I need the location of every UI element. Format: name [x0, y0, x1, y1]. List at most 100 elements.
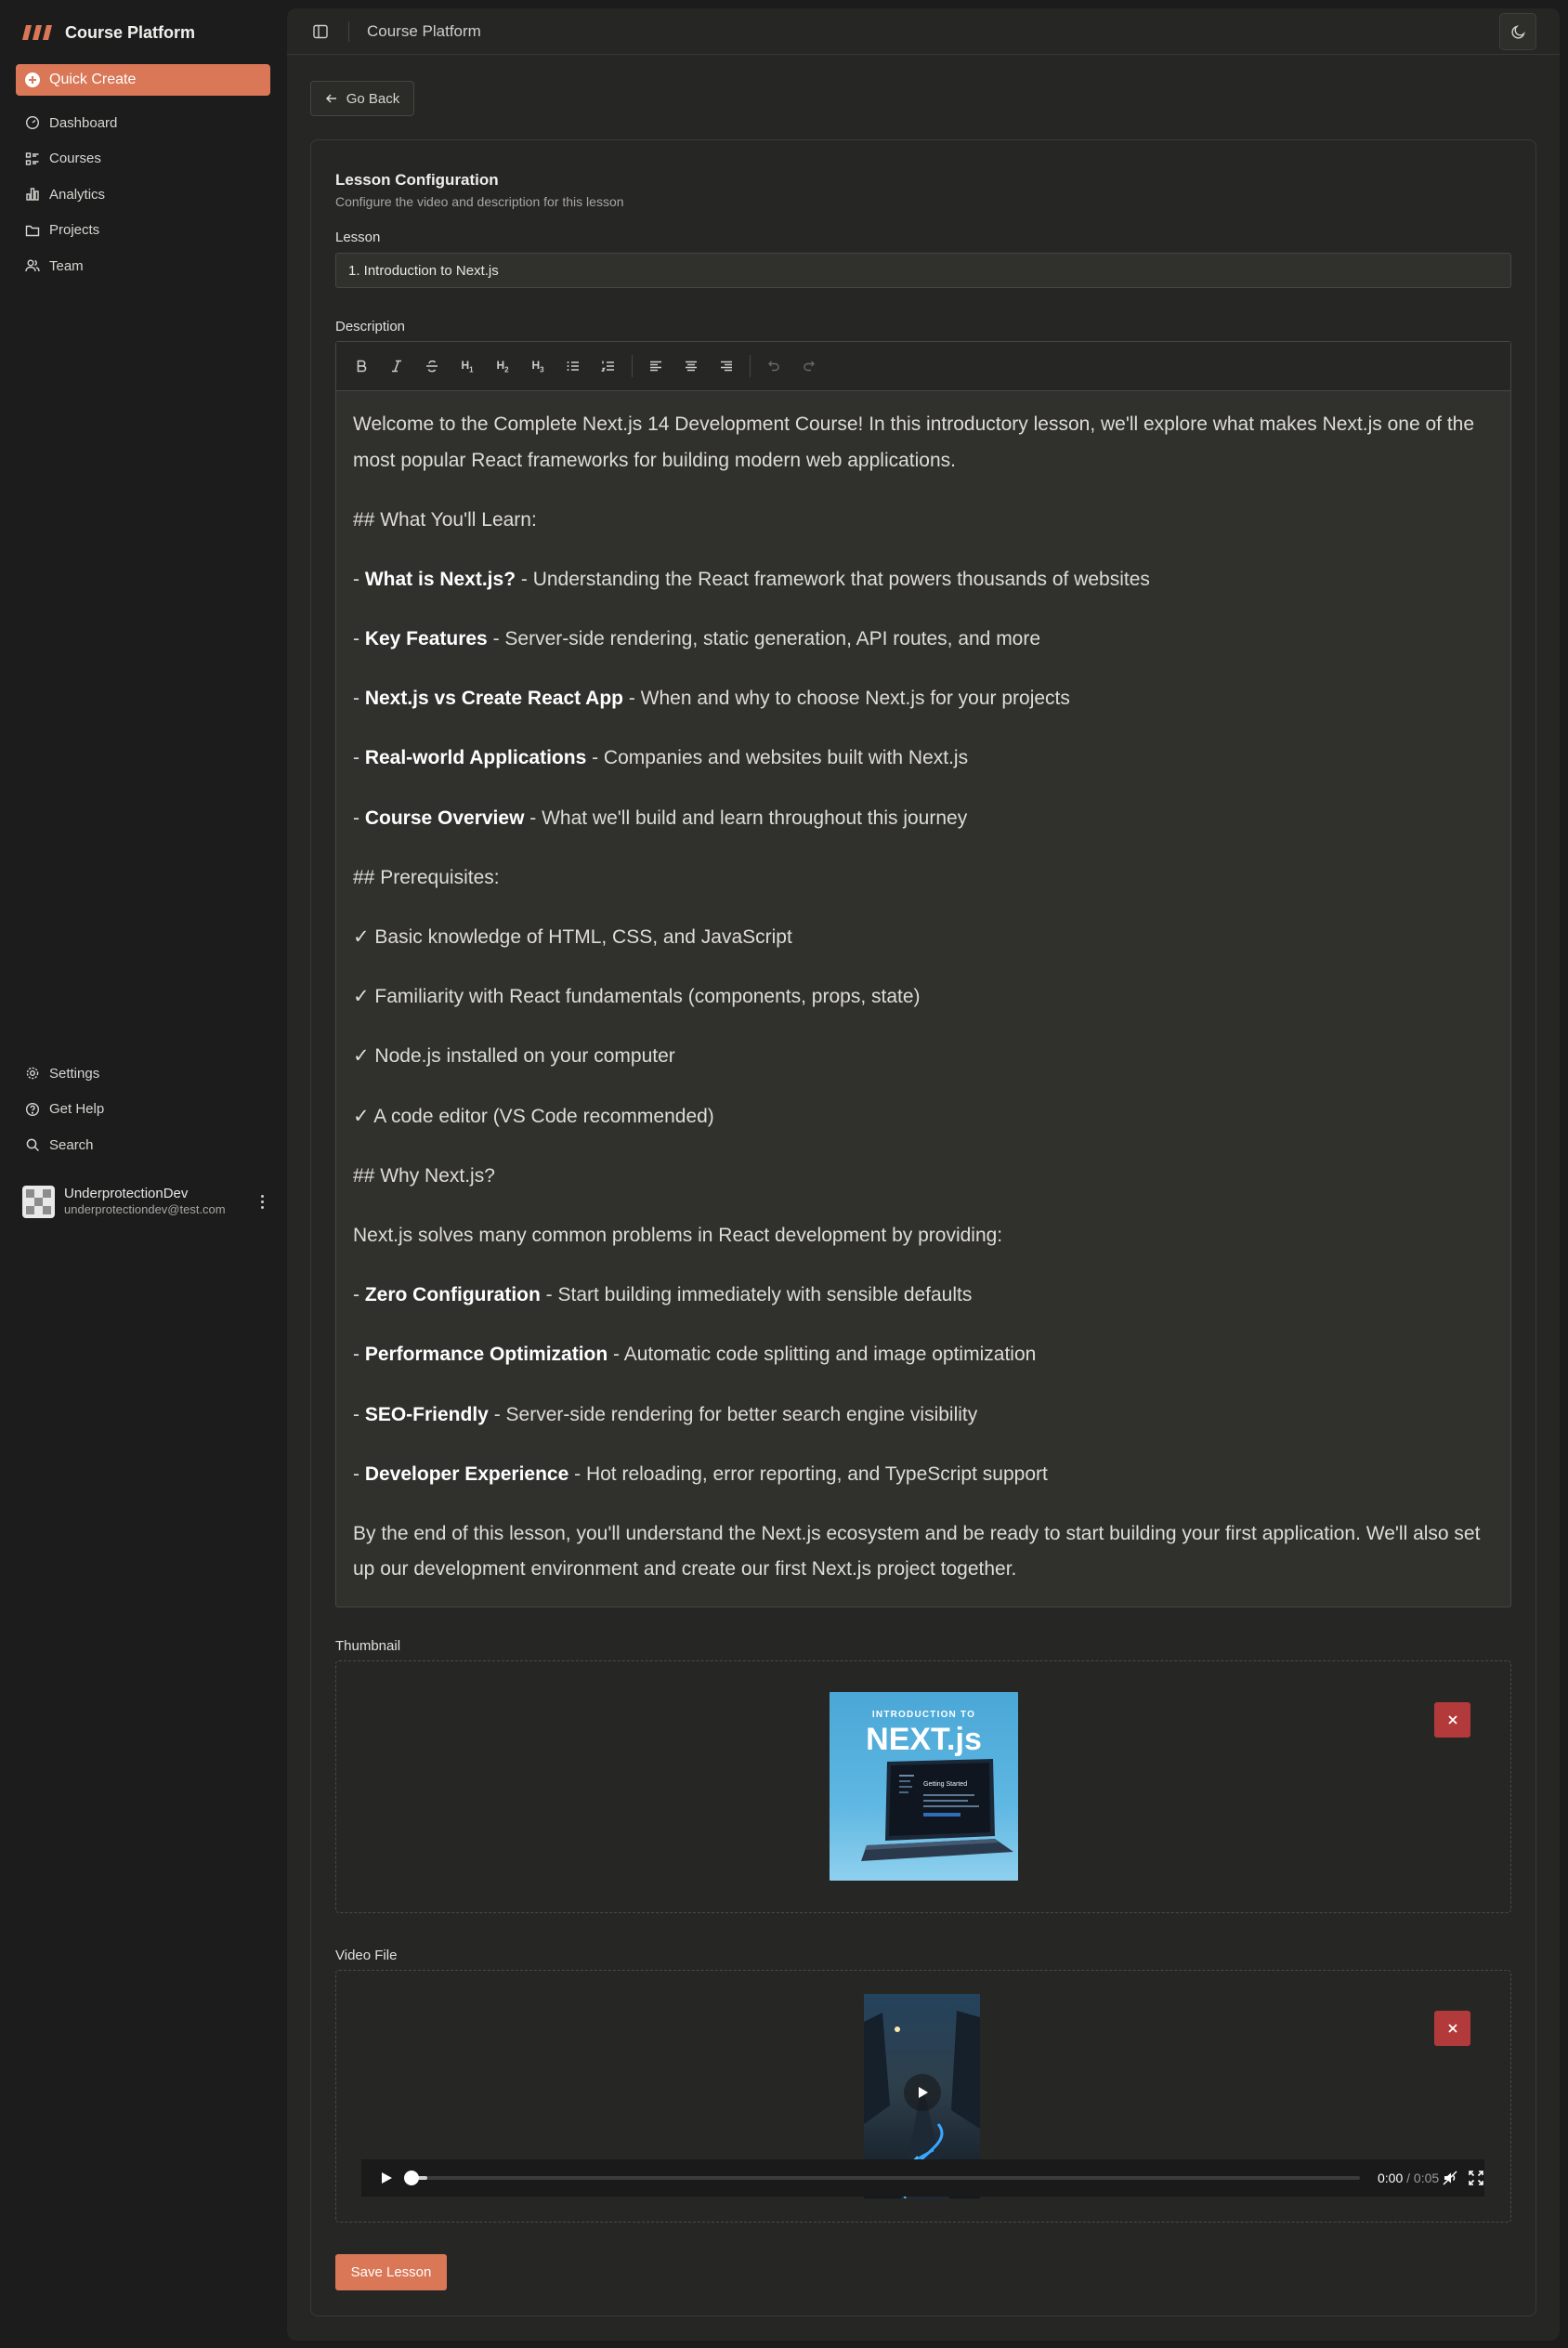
bullet-list-button[interactable]	[555, 348, 591, 384]
italic-button[interactable]	[379, 348, 414, 384]
paragraph-bold-term: Next.js vs Create React App	[364, 688, 623, 710]
heading-2-icon: H2	[496, 358, 509, 374]
bar-chart-icon	[26, 188, 39, 201]
sidebar-item-label: Courses	[49, 151, 101, 167]
page-title: Course Platform	[367, 22, 481, 40]
help-circle-icon	[25, 1102, 40, 1116]
sidebar-item-analytics[interactable]: Analytics	[16, 177, 270, 213]
paragraph-bold-term: SEO-Friendly	[364, 1403, 489, 1425]
editor-paragraph: - What is Next.js? - Understanding the R…	[353, 562, 1494, 598]
strikethrough-button[interactable]	[414, 348, 450, 384]
fullscreen-icon[interactable]	[1468, 2170, 1484, 2186]
align-left-button[interactable]	[638, 348, 673, 384]
editor-content[interactable]: Welcome to the Complete Next.js 14 Devel…	[336, 391, 1510, 1588]
brand[interactable]: Course Platform	[22, 19, 195, 46]
heading-1-icon: H1	[461, 358, 474, 374]
sidebar-item-projects[interactable]: Projects	[16, 213, 270, 249]
card-subtitle: Configure the video and description for …	[335, 194, 624, 209]
play-icon[interactable]	[379, 2171, 394, 2185]
align-center-icon	[686, 361, 697, 372]
description-editor[interactable]: H1 H2 H3 Welcome to the Complete Next.js…	[335, 341, 1511, 1607]
toolbar-divider	[632, 355, 633, 377]
undo-button[interactable]	[756, 348, 791, 384]
go-back-label: Go Back	[346, 90, 400, 107]
sidebar-item-search[interactable]: Search	[16, 1127, 270, 1163]
thumbnail-headline: NEXT.js	[866, 1722, 982, 1757]
quick-create-label: Quick Create	[49, 72, 137, 87]
editor-paragraph: ✓ Node.js installed on your computer	[353, 1045, 675, 1068]
bold-button[interactable]	[344, 348, 379, 384]
editor-paragraph: - Next.js vs Create React App - When and…	[353, 681, 1494, 717]
user-email: underprotectiondev@test.com	[64, 1202, 226, 1217]
editor-paragraph: - Zero Configuration - Start building im…	[353, 1278, 1494, 1314]
paragraph-prefix: -	[353, 568, 365, 590]
paragraph-bold-term: Developer Experience	[364, 1463, 569, 1485]
paragraph-prefix: -	[353, 688, 365, 710]
save-lesson-button[interactable]: Save Lesson	[335, 2254, 447, 2290]
theme-toggle-button[interactable]	[1499, 13, 1536, 50]
sidebar-item-team[interactable]: Team	[16, 248, 270, 284]
lesson-input[interactable]	[335, 253, 1511, 288]
close-icon	[1447, 1715, 1457, 1725]
italic-icon	[392, 360, 401, 373]
go-back-button[interactable]: Go Back	[310, 81, 414, 116]
paragraph-prefix: -	[353, 1463, 365, 1485]
strikethrough-icon	[426, 360, 438, 373]
heading-1-button[interactable]: H1	[450, 348, 485, 384]
align-left-icon	[650, 361, 661, 372]
divider	[348, 21, 349, 42]
paragraph-bold-term: Zero Configuration	[364, 1284, 541, 1306]
video-duration: 0:05	[1413, 2171, 1440, 2185]
align-right-button[interactable]	[709, 348, 744, 384]
thumbnail-dropzone[interactable]: INTRODUCTION TO NEXT.js Getting Started	[335, 1660, 1511, 1913]
folder-icon	[25, 225, 40, 236]
paragraph-text: - Server-side rendering, static generati…	[487, 628, 1041, 650]
video-file-label: Video File	[335, 1948, 398, 1963]
video-controls: 0:00 / 0:05	[361, 2159, 1484, 2197]
editor-paragraph: ## Why Next.js?	[353, 1164, 495, 1187]
thumbnail-label: Thumbnail	[335, 1638, 401, 1654]
redo-button[interactable]	[791, 348, 827, 384]
description-label: Description	[335, 319, 406, 334]
video-seek-bar[interactable]	[404, 2171, 1360, 2185]
quick-create-button[interactable]: Quick Create	[16, 64, 270, 96]
search-icon	[26, 1138, 40, 1152]
heading-2-button[interactable]: H2	[485, 348, 520, 384]
editor-paragraph: - Performance Optimization - Automatic c…	[353, 1337, 1494, 1373]
thumbnail-kicker: INTRODUCTION TO	[872, 1710, 975, 1720]
video-dropzone[interactable]: 0:00 / 0:05	[335, 1970, 1511, 2223]
heading-3-button[interactable]: H3	[520, 348, 555, 384]
editor-paragraph: ## Prerequisites:	[353, 866, 500, 888]
volume-muted-icon[interactable]	[1442, 2170, 1458, 2186]
sidebar-item-courses[interactable]: Courses	[16, 141, 270, 177]
video-time: 0:00 / 0:05	[1378, 2171, 1439, 2185]
thumbnail-image: INTRODUCTION TO NEXT.js Getting Started	[830, 1692, 1018, 1881]
remove-video-button[interactable]	[1434, 2011, 1470, 2046]
paragraph-prefix: -	[353, 1344, 365, 1366]
remove-thumbnail-button[interactable]	[1434, 1702, 1470, 1738]
avatar	[22, 1185, 55, 1218]
sidebar-item-dashboard[interactable]: Dashboard	[16, 105, 270, 141]
paragraph-text: - Companies and websites built with Next…	[586, 747, 969, 769]
editor-paragraph: - Course Overview - What we'll build and…	[353, 801, 1494, 837]
sidebar-item-settings[interactable]: Settings	[16, 1056, 270, 1092]
sidebar-item-label: Get Help	[49, 1101, 105, 1118]
more-vertical-icon[interactable]	[255, 1191, 269, 1212]
video-play-overlay-button[interactable]	[904, 2074, 941, 2111]
sidebar-toggle-icon[interactable]	[312, 23, 329, 40]
align-center-button[interactable]	[673, 348, 709, 384]
ordered-list-button[interactable]	[591, 348, 626, 384]
bullet-list-icon	[567, 361, 579, 371]
paragraph-prefix: -	[353, 747, 365, 769]
dashboard-icon	[25, 116, 40, 130]
card-title: Lesson Configuration	[335, 171, 499, 189]
sidebar-item-label: Analytics	[49, 186, 106, 203]
video-seek-handle[interactable]	[404, 2171, 419, 2185]
lesson-config-card: Lesson Configuration Configure the video…	[310, 139, 1536, 2316]
arrow-left-icon	[325, 94, 336, 103]
user-menu[interactable]: UnderprotectionDev underprotectiondev@te…	[22, 1182, 269, 1221]
sidebar-item-get-help[interactable]: Get Help	[16, 1092, 270, 1128]
editor-paragraph: ✓ A code editor (VS Code recommended)	[353, 1105, 714, 1127]
editor-paragraph: ✓ Familiarity with React fundamentals (c…	[353, 986, 921, 1008]
sidebar-item-label: Team	[49, 257, 84, 274]
